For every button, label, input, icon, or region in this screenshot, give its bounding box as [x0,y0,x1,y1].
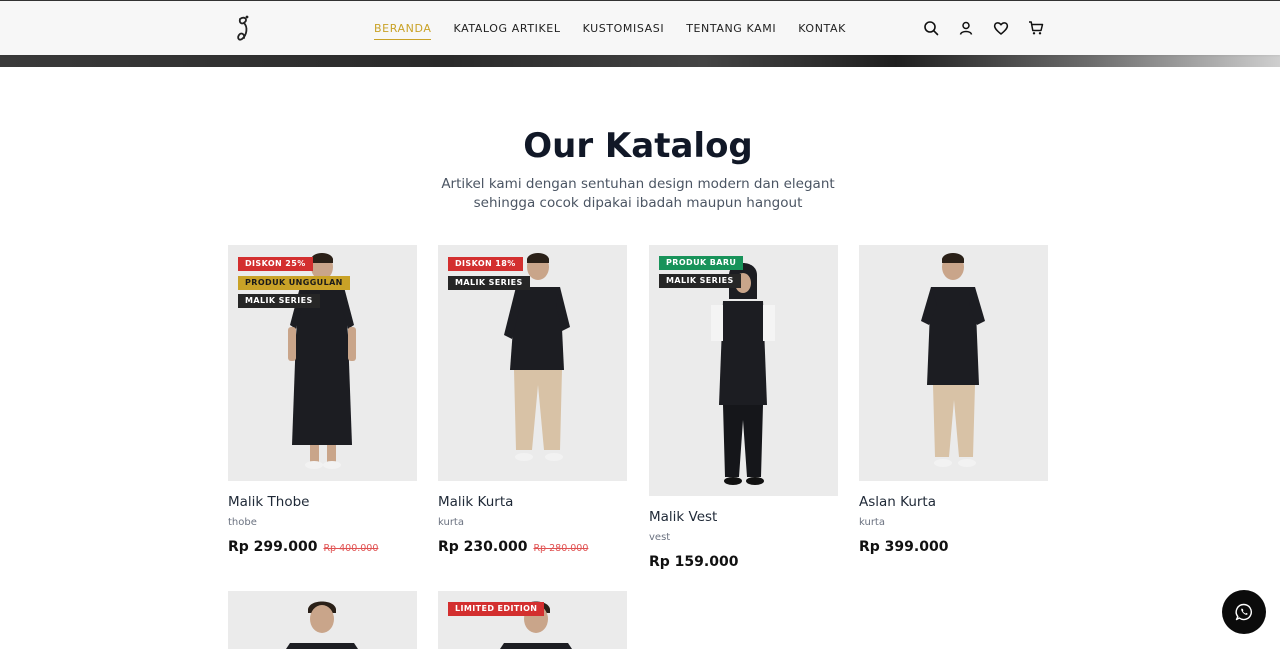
product-category: kurta [438,517,464,528]
product-price: Rp 299.000 [228,539,318,555]
badge-series: MALIK SERIES [659,274,741,288]
product-name[interactable]: Malik Thobe [228,494,417,510]
nav-kustomisasi[interactable]: KUSTOMISASI [583,22,665,40]
user-icon[interactable] [958,20,974,36]
product-category: vest [649,532,671,543]
product-image[interactable]: DISKON 25% PRODUK UNGGULAN MALIK SERIES [228,245,417,481]
product-price: Rp 159.000 [649,554,739,570]
product-image[interactable]: LIMITED EDITION [438,591,627,649]
product-category: thobe [228,517,257,528]
cart-icon[interactable] [1028,20,1044,36]
whatsapp-icon [1235,603,1252,621]
price-row: Rp 230.000 Rp 280.000 [438,539,627,555]
brand-logo[interactable] [234,13,254,45]
site-header: BERANDA KATALOG ARTIKEL KUSTOMISASI TENT… [0,0,1280,55]
product-card-malik-thobe[interactable]: DISKON 25% PRODUK UNGGULAN MALIK SERIES … [228,245,417,555]
price-row: Rp 399.000 [859,539,1048,555]
badge-series: MALIK SERIES [448,276,530,290]
badge-limited: LIMITED EDITION [448,602,545,616]
product-photo [859,245,1048,481]
product-photo [228,591,417,649]
product-name[interactable]: Aslan Kurta [859,494,1048,510]
badge-series: MALIK SERIES [238,294,320,308]
header-actions [923,20,1063,36]
product-image[interactable] [859,245,1048,481]
product-image[interactable]: DISKON 18% MALIK SERIES [438,245,627,481]
badge-discount: DISKON 25% [238,257,313,271]
nav-beranda[interactable]: BERANDA [374,22,432,40]
product-name[interactable]: Malik Vest [649,509,838,525]
whatsapp-button[interactable] [1222,590,1266,634]
product-price: Rp 399.000 [859,539,949,555]
product-image[interactable]: PRODUK BARU MALIK SERIES [649,245,838,496]
heart-icon[interactable] [993,20,1009,36]
product-card-malik-kurta[interactable]: DISKON 18% MALIK SERIES Malik Kurta kurt… [438,245,627,555]
nav-kontak[interactable]: KONTAK [798,22,846,40]
section-title: Our Katalog [523,126,753,166]
badge-featured: PRODUK UNGGULAN [238,276,350,290]
price-row: Rp 299.000 Rp 400.000 [228,539,417,555]
hero-image-edge [0,55,1280,67]
product-image[interactable] [228,591,417,649]
product-name[interactable]: Malik Kurta [438,494,627,510]
product-card-row2-1[interactable] [228,591,417,649]
product-category: kurta [859,517,885,528]
product-old-price: Rp 280.000 [533,543,589,554]
product-price: Rp 230.000 [438,539,528,555]
nav-tentang-kami[interactable]: TENTANG KAMI [686,22,776,40]
search-icon[interactable] [923,20,939,36]
nav-katalog-artikel[interactable]: KATALOG ARTIKEL [453,22,560,40]
section-subtitle: Artikel kami dengan sentuhan design mode… [441,176,835,211]
product-old-price: Rp 400.000 [323,543,379,554]
product-card-row2-2[interactable]: LIMITED EDITION [438,591,627,649]
product-card-aslan-kurta[interactable]: Aslan Kurta kurta Rp 399.000 [859,245,1048,555]
product-photo [438,591,627,649]
badge-discount: DISKON 18% [448,257,523,271]
main-nav: BERANDA KATALOG ARTIKEL KUSTOMISASI TENT… [374,22,868,40]
badge-new: PRODUK BARU [659,256,744,270]
price-row: Rp 159.000 [649,554,838,570]
product-card-malik-vest[interactable]: PRODUK BARU MALIK SERIES Malik Vest vest… [649,245,838,570]
